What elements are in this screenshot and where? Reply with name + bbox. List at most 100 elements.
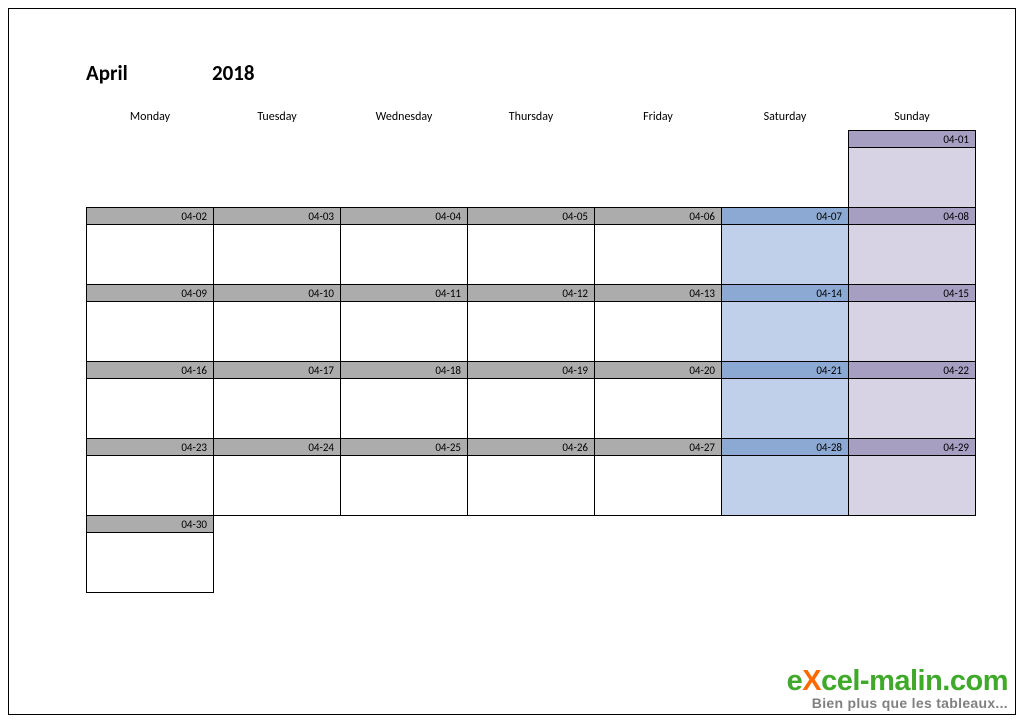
date-header: 04-14 — [722, 285, 849, 302]
date-body[interactable] — [849, 225, 976, 285]
date-header: 04-11 — [341, 285, 468, 302]
date-body[interactable] — [849, 148, 976, 208]
date-body[interactable] — [722, 456, 849, 516]
dow-sat: Saturday — [722, 110, 849, 131]
empty-cell — [468, 131, 595, 148]
date-header: 04-09 — [87, 285, 214, 302]
date-body[interactable] — [849, 379, 976, 439]
date-header: 04-05 — [468, 208, 595, 225]
empty-cell — [722, 131, 849, 148]
empty-cell — [87, 131, 214, 148]
date-body[interactable] — [722, 302, 849, 362]
date-body[interactable] — [722, 225, 849, 285]
footer-brand: eXcel-malin.com — [787, 666, 1008, 696]
date-header: 04-18 — [341, 362, 468, 379]
date-body[interactable] — [849, 302, 976, 362]
date-header: 04-19 — [468, 362, 595, 379]
brand-pre: e — [787, 665, 803, 697]
empty-cell — [722, 148, 849, 208]
date-header: 04-28 — [722, 439, 849, 456]
dow-thu: Thursday — [468, 110, 595, 131]
year-label: 2018 — [212, 60, 255, 86]
dow-fri: Friday — [595, 110, 722, 131]
date-body[interactable] — [214, 379, 341, 439]
calendar-content: April 2018 Monday Tuesday Wednesday Thur… — [86, 60, 976, 593]
date-header: 04-16 — [87, 362, 214, 379]
empty-cell — [214, 516, 341, 533]
date-body[interactable] — [722, 379, 849, 439]
date-header: 04-30 — [87, 516, 214, 533]
date-body[interactable] — [595, 225, 722, 285]
empty-cell — [341, 148, 468, 208]
date-header: 04-03 — [214, 208, 341, 225]
date-header: 04-02 — [87, 208, 214, 225]
title-row: April 2018 — [86, 60, 976, 86]
date-header: 04-20 — [595, 362, 722, 379]
empty-cell — [468, 516, 595, 533]
empty-cell — [214, 533, 341, 593]
date-header: 04-26 — [468, 439, 595, 456]
dow-tue: Tuesday — [214, 110, 341, 131]
empty-cell — [595, 533, 722, 593]
footer: eXcel-malin.com Bien plus que les tablea… — [787, 666, 1008, 711]
empty-cell — [595, 131, 722, 148]
date-body[interactable] — [468, 379, 595, 439]
date-body[interactable] — [214, 225, 341, 285]
empty-cell — [849, 516, 976, 533]
date-header: 04-25 — [341, 439, 468, 456]
date-body[interactable] — [595, 302, 722, 362]
date-header: 04-10 — [214, 285, 341, 302]
date-body[interactable] — [87, 533, 214, 593]
date-header: 04-29 — [849, 439, 976, 456]
brand-post: cel-malin.com — [821, 665, 1008, 697]
empty-cell — [722, 516, 849, 533]
month-label: April — [86, 60, 212, 86]
empty-cell — [214, 148, 341, 208]
date-body[interactable] — [468, 225, 595, 285]
date-body[interactable] — [214, 456, 341, 516]
empty-cell — [341, 533, 468, 593]
brand-x: X — [802, 665, 821, 697]
date-header: 04-17 — [214, 362, 341, 379]
date-header: 04-21 — [722, 362, 849, 379]
date-header: 04-01 — [849, 131, 976, 148]
date-header: 04-23 — [87, 439, 214, 456]
date-body[interactable] — [214, 302, 341, 362]
empty-cell — [87, 148, 214, 208]
date-body[interactable] — [341, 379, 468, 439]
empty-cell — [595, 516, 722, 533]
date-header: 04-13 — [595, 285, 722, 302]
empty-cell — [468, 148, 595, 208]
day-of-week-row: Monday Tuesday Wednesday Thursday Friday… — [87, 110, 976, 131]
empty-cell — [468, 533, 595, 593]
date-header: 04-04 — [341, 208, 468, 225]
empty-cell — [214, 131, 341, 148]
date-header: 04-12 — [468, 285, 595, 302]
dow-mon: Monday — [87, 110, 214, 131]
date-body[interactable] — [87, 225, 214, 285]
date-body[interactable] — [595, 456, 722, 516]
date-body[interactable] — [595, 379, 722, 439]
empty-cell — [722, 533, 849, 593]
calendar-grid: Monday Tuesday Wednesday Thursday Friday… — [86, 110, 976, 593]
date-header: 04-24 — [214, 439, 341, 456]
dow-sun: Sunday — [849, 110, 976, 131]
empty-cell — [849, 533, 976, 593]
date-body[interactable] — [341, 456, 468, 516]
empty-cell — [341, 516, 468, 533]
empty-cell — [341, 131, 468, 148]
date-body[interactable] — [87, 302, 214, 362]
date-header: 04-22 — [849, 362, 976, 379]
date-header: 04-06 — [595, 208, 722, 225]
date-header: 04-08 — [849, 208, 976, 225]
dow-wed: Wednesday — [341, 110, 468, 131]
date-body[interactable] — [87, 456, 214, 516]
footer-tagline: Bien plus que les tableaux... — [787, 696, 1008, 711]
date-body[interactable] — [468, 302, 595, 362]
date-body[interactable] — [341, 302, 468, 362]
date-body[interactable] — [849, 456, 976, 516]
date-body[interactable] — [341, 225, 468, 285]
date-body[interactable] — [87, 379, 214, 439]
date-body[interactable] — [468, 456, 595, 516]
date-header: 04-27 — [595, 439, 722, 456]
